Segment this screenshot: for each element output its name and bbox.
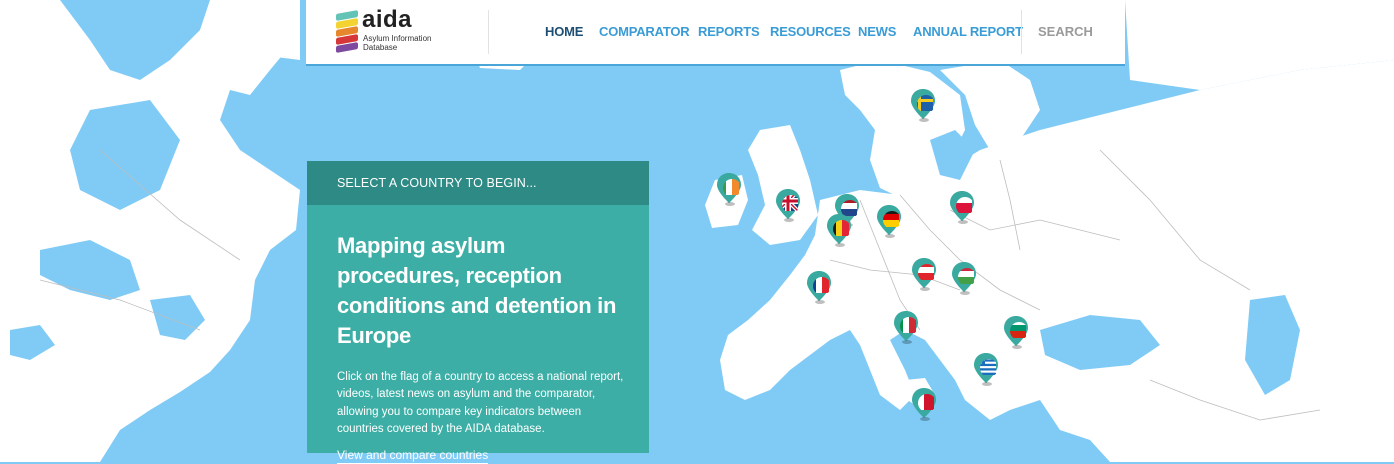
flag-ireland-icon: [717, 173, 741, 203]
panel-title: Mapping asylum procedures, reception con…: [337, 233, 617, 348]
country-pin-greece[interactable]: [973, 352, 999, 386]
flag-hungary-icon: [952, 262, 976, 292]
country-pin-poland[interactable]: [949, 190, 975, 224]
flag-italy-icon: [894, 311, 918, 341]
panel-description: Click on the flag of a country to access…: [337, 371, 624, 435]
country-pin-ireland[interactable]: [716, 172, 742, 206]
pin-shadow: [982, 382, 992, 386]
country-pin-italy[interactable]: [893, 310, 919, 344]
pin-shadow: [920, 417, 930, 421]
flag-sweden-icon: [911, 89, 935, 119]
pin-shadow: [784, 218, 794, 222]
nav-annual-report[interactable]: ANNUAL REPORT: [913, 24, 1023, 39]
search-field[interactable]: SEARCH: [1038, 24, 1093, 39]
logo-bars-icon: [336, 10, 358, 53]
nav-news[interactable]: NEWS: [858, 24, 896, 39]
pin-shadow: [919, 118, 929, 122]
nav-reports[interactable]: REPORTS: [698, 24, 760, 39]
flag-france-icon: [807, 271, 831, 301]
flag-uk-icon: [776, 189, 800, 219]
country-pin-austria[interactable]: [911, 257, 937, 291]
flag-germany-icon: [877, 205, 901, 235]
header-divider: [488, 10, 489, 54]
pin-shadow: [902, 340, 912, 344]
pin-shadow: [920, 287, 930, 291]
logo-name: aida: [362, 6, 413, 33]
country-pin-malta[interactable]: [911, 387, 937, 421]
logo-subtitle-line2: Database: [363, 43, 398, 52]
pin-shadow: [835, 243, 845, 247]
flag-bulgaria-icon: [1004, 316, 1028, 346]
site-header: aida Asylum Information Database HOME CO…: [306, 0, 1125, 66]
flag-greece-icon: [974, 353, 998, 383]
pin-shadow: [960, 291, 970, 295]
pin-shadow: [958, 220, 968, 224]
country-pin-sweden[interactable]: [910, 88, 936, 122]
country-pin-bulgaria[interactable]: [1003, 315, 1029, 349]
nav-resources[interactable]: RESOURCES: [770, 24, 851, 39]
header-divider: [1021, 10, 1022, 54]
nav-comparator[interactable]: COMPARATOR: [599, 24, 690, 39]
country-pin-hungary[interactable]: [951, 261, 977, 295]
country-pin-united-kingdom[interactable]: [775, 188, 801, 222]
flag-poland-icon: [950, 191, 974, 221]
panel-header: SELECT A COUNTRY TO BEGIN...: [307, 161, 649, 205]
country-pin-france[interactable]: [806, 270, 832, 304]
logo-subtitle: Asylum Information Database: [363, 34, 443, 52]
flag-austria-icon: [912, 258, 936, 288]
aida-logo[interactable]: aida Asylum Information Database: [336, 6, 446, 56]
nav-home[interactable]: HOME: [545, 24, 583, 39]
country-pin-germany[interactable]: [876, 204, 902, 238]
country-pin-belgium[interactable]: [826, 213, 852, 247]
pin-shadow: [1012, 345, 1022, 349]
europe-map: [0, 0, 1394, 462]
flag-belgium-icon: [827, 214, 851, 244]
flag-malta-icon: [912, 388, 936, 418]
pin-shadow: [885, 234, 895, 238]
pin-shadow: [815, 300, 825, 304]
intro-panel: Mapping asylum procedures, reception con…: [307, 205, 649, 464]
pin-shadow: [725, 202, 735, 206]
logo-subtitle-line1: Asylum Information: [363, 34, 432, 43]
